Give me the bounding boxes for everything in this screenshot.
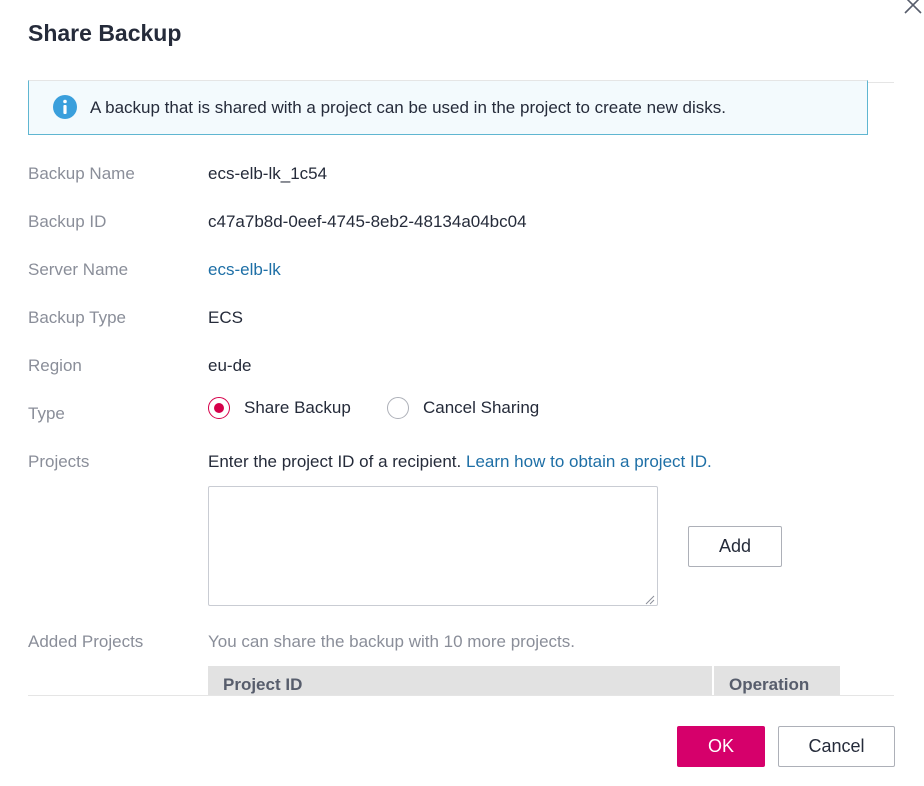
info-icon (53, 95, 77, 119)
share-backup-option-label[interactable]: Share Backup (244, 398, 351, 418)
type-label: Type (28, 404, 65, 423)
table-header-operation: Operation (714, 666, 840, 696)
footer-divider (28, 695, 894, 696)
server-name-link[interactable]: ecs-elb-lk (208, 260, 281, 280)
cancel-sharing-option-label[interactable]: Cancel Sharing (423, 398, 539, 418)
added-projects-hint: You can share the backup with 10 more pr… (208, 632, 575, 651)
cancel-sharing-radio[interactable] (387, 397, 409, 419)
server-name-label: Server Name (28, 260, 129, 279)
backup-id-value: c47a7b8d-0eef-4745-8eb2-48134a04bc04 (208, 212, 527, 231)
project-id-input[interactable] (208, 486, 658, 606)
projects-instruction: Enter the project ID of a recipient. Lea… (208, 452, 712, 472)
projects-instruction-text: Enter the project ID of a recipient. (208, 452, 462, 471)
backup-name-value: ecs-elb-lk_1c54 (208, 164, 328, 183)
table-header-project-id: Project ID (208, 666, 712, 696)
backup-name-label: Backup Name (28, 164, 135, 183)
close-icon[interactable] (902, 0, 924, 16)
add-project-button[interactable]: Add (688, 526, 782, 567)
info-text: A backup that is shared with a project c… (90, 98, 726, 117)
share-backup-radio[interactable] (208, 397, 230, 419)
projects-label: Projects (28, 452, 90, 471)
backup-id-label: Backup ID (28, 212, 107, 231)
obtain-project-id-link[interactable]: Learn how to obtain a project ID. (466, 452, 712, 471)
added-projects-label: Added Projects (28, 632, 144, 651)
info-banner: A backup that is shared with a project c… (28, 80, 868, 135)
ok-button[interactable]: OK (677, 726, 765, 767)
backup-type-label: Backup Type (28, 308, 126, 327)
region-label: Region (28, 356, 82, 375)
resize-grip-icon[interactable] (644, 592, 655, 605)
cancel-button[interactable]: Cancel (778, 726, 895, 767)
backup-type-value: ECS (208, 308, 243, 327)
dialog-title: Share Backup (28, 20, 182, 46)
region-value: eu-de (208, 356, 252, 375)
